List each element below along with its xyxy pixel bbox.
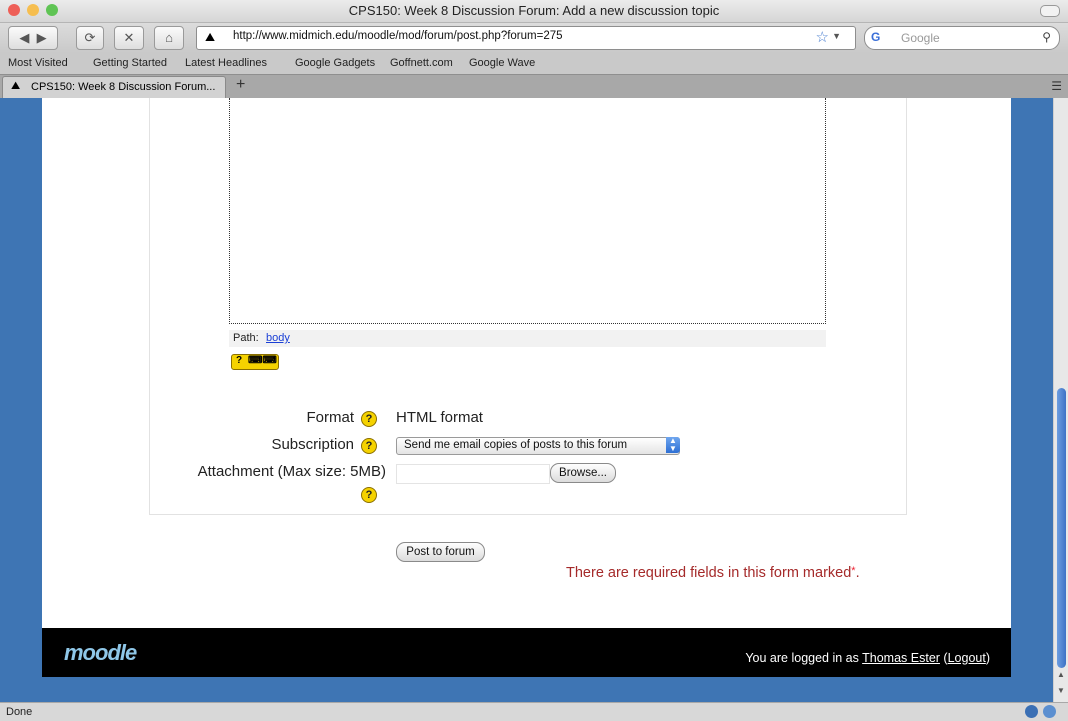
login-info: You are logged in as Thomas Ester (Logou… xyxy=(745,651,990,665)
logout-link[interactable]: Logout xyxy=(948,651,986,665)
scroll-down-icon[interactable]: ▼ xyxy=(1057,686,1065,695)
tab-strip: ⛰ CPS150: Week 8 Discussion Forum... + ☰ xyxy=(0,74,1068,98)
toolbar-toggle-button[interactable] xyxy=(1040,5,1060,17)
bookmark-latest-headlines[interactable]: Latest Headlines xyxy=(185,57,267,69)
home-icon: ⌂ xyxy=(165,30,173,45)
stop-button[interactable]: ✕ xyxy=(114,26,144,50)
scrollbar-thumb[interactable] xyxy=(1057,388,1066,668)
bookmark-google-gadgets[interactable]: Google Gadgets xyxy=(295,57,375,69)
page-content: Path: body ? ⌨⌨ Format ? HTML format Sub… xyxy=(42,98,1011,677)
new-tab-icon[interactable]: + xyxy=(236,76,245,94)
format-value: HTML format xyxy=(396,409,483,426)
bookmarks-bar: Most Visited Getting Started Latest Head… xyxy=(0,53,1068,74)
status-bar: Done xyxy=(0,702,1068,721)
post-to-forum-button[interactable]: Post to forum xyxy=(396,542,485,562)
javascript-icon[interactable] xyxy=(1043,705,1056,718)
bookmark-goffnett[interactable]: Goffnett.com xyxy=(390,57,453,69)
message-editor[interactable] xyxy=(229,98,826,324)
search-input[interactable]: G Google ⚲ xyxy=(864,26,1060,50)
bookmark-getting-started[interactable]: Getting Started xyxy=(93,57,167,69)
path-body-link[interactable]: body xyxy=(266,332,290,344)
required-fields-note: There are required fields in this form m… xyxy=(566,565,860,581)
home-button[interactable]: ⌂ xyxy=(154,26,184,50)
reload-button[interactable]: ⟳ xyxy=(76,26,104,50)
forward-icon[interactable]: ▶ xyxy=(37,30,47,45)
bookmark-star-icon[interactable]: ☆ xyxy=(816,28,829,46)
url-bar[interactable]: ⛰ http://www.midmich.edu/moodle/mod/foru… xyxy=(196,26,856,50)
reload-icon: ⟳ xyxy=(84,30,96,45)
attachment-file-input[interactable] xyxy=(396,464,550,484)
chevron-down-icon[interactable]: ▼ xyxy=(832,31,841,41)
window-title: CPS150: Week 8 Discussion Forum: Add a n… xyxy=(348,3,720,18)
browse-button[interactable]: Browse... xyxy=(550,463,616,483)
subscription-selected: Send me email copies of posts to this fo… xyxy=(404,439,628,451)
stop-icon: ✕ xyxy=(123,30,135,45)
logged-in-prefix: You are logged in as xyxy=(745,651,859,665)
subscription-help-icon[interactable]: ? xyxy=(361,438,377,454)
tab-label: CPS150: Week 8 Discussion Forum... xyxy=(31,81,216,93)
addon-icon[interactable] xyxy=(1025,705,1038,718)
user-profile-link[interactable]: Thomas Ester xyxy=(862,651,940,665)
window-titlebar: CPS150: Week 8 Discussion Forum: Add a n… xyxy=(0,0,1068,23)
status-text: Done xyxy=(6,706,33,718)
required-period: . xyxy=(855,565,860,581)
tab-favicon-icon: ⛰ xyxy=(11,80,21,92)
search-icon[interactable]: ⚲ xyxy=(1042,30,1051,44)
help-icon: ? xyxy=(236,355,243,366)
search-placeholder: Google xyxy=(901,31,940,45)
format-label: Format xyxy=(306,409,354,426)
attachment-label: Attachment (Max size: 5MB) xyxy=(197,463,386,480)
keyboard-help-button[interactable]: ? ⌨⌨ xyxy=(231,354,279,370)
attachment-help-icon[interactable]: ? xyxy=(361,487,377,503)
bookmark-google-wave[interactable]: Google Wave xyxy=(469,57,535,69)
editor-path-bar: Path: body xyxy=(229,330,826,347)
format-help-icon[interactable]: ? xyxy=(361,411,377,427)
select-arrows-icon: ▲ ▼ xyxy=(666,437,680,453)
tab-list-icon[interactable]: ☰ xyxy=(1051,79,1062,93)
page-scrollbar[interactable]: ▲ ▼ xyxy=(1053,98,1068,702)
subscription-select[interactable]: Send me email copies of posts to this fo… xyxy=(396,437,680,455)
page-footer: moodle You are logged in as Thomas Ester… xyxy=(42,628,1011,677)
required-text: There are required fields in this form m… xyxy=(566,565,852,581)
back-icon[interactable]: ◀ xyxy=(19,30,29,45)
tab-active[interactable]: ⛰ CPS150: Week 8 Discussion Forum... xyxy=(2,76,226,98)
moodle-logo[interactable]: moodle xyxy=(64,640,137,666)
path-label: Path: xyxy=(233,332,259,344)
scroll-up-icon[interactable]: ▲ xyxy=(1057,670,1065,679)
site-favicon-icon: ⛰ xyxy=(205,30,216,44)
url-text[interactable]: http://www.midmich.edu/moodle/mod/forum/… xyxy=(233,30,563,42)
keyboard-icon: ⌨⌨ xyxy=(248,355,277,366)
google-icon[interactable]: G xyxy=(871,30,880,44)
bookmark-most-visited[interactable]: Most Visited xyxy=(8,57,68,69)
back-forward-button[interactable]: ◀ ▶ xyxy=(8,26,58,50)
navigation-toolbar: ◀ ▶ ⟳ ✕ ⌂ ⛰ http://www.midmich.edu/moodl… xyxy=(0,23,1068,53)
subscription-label: Subscription xyxy=(271,436,354,453)
